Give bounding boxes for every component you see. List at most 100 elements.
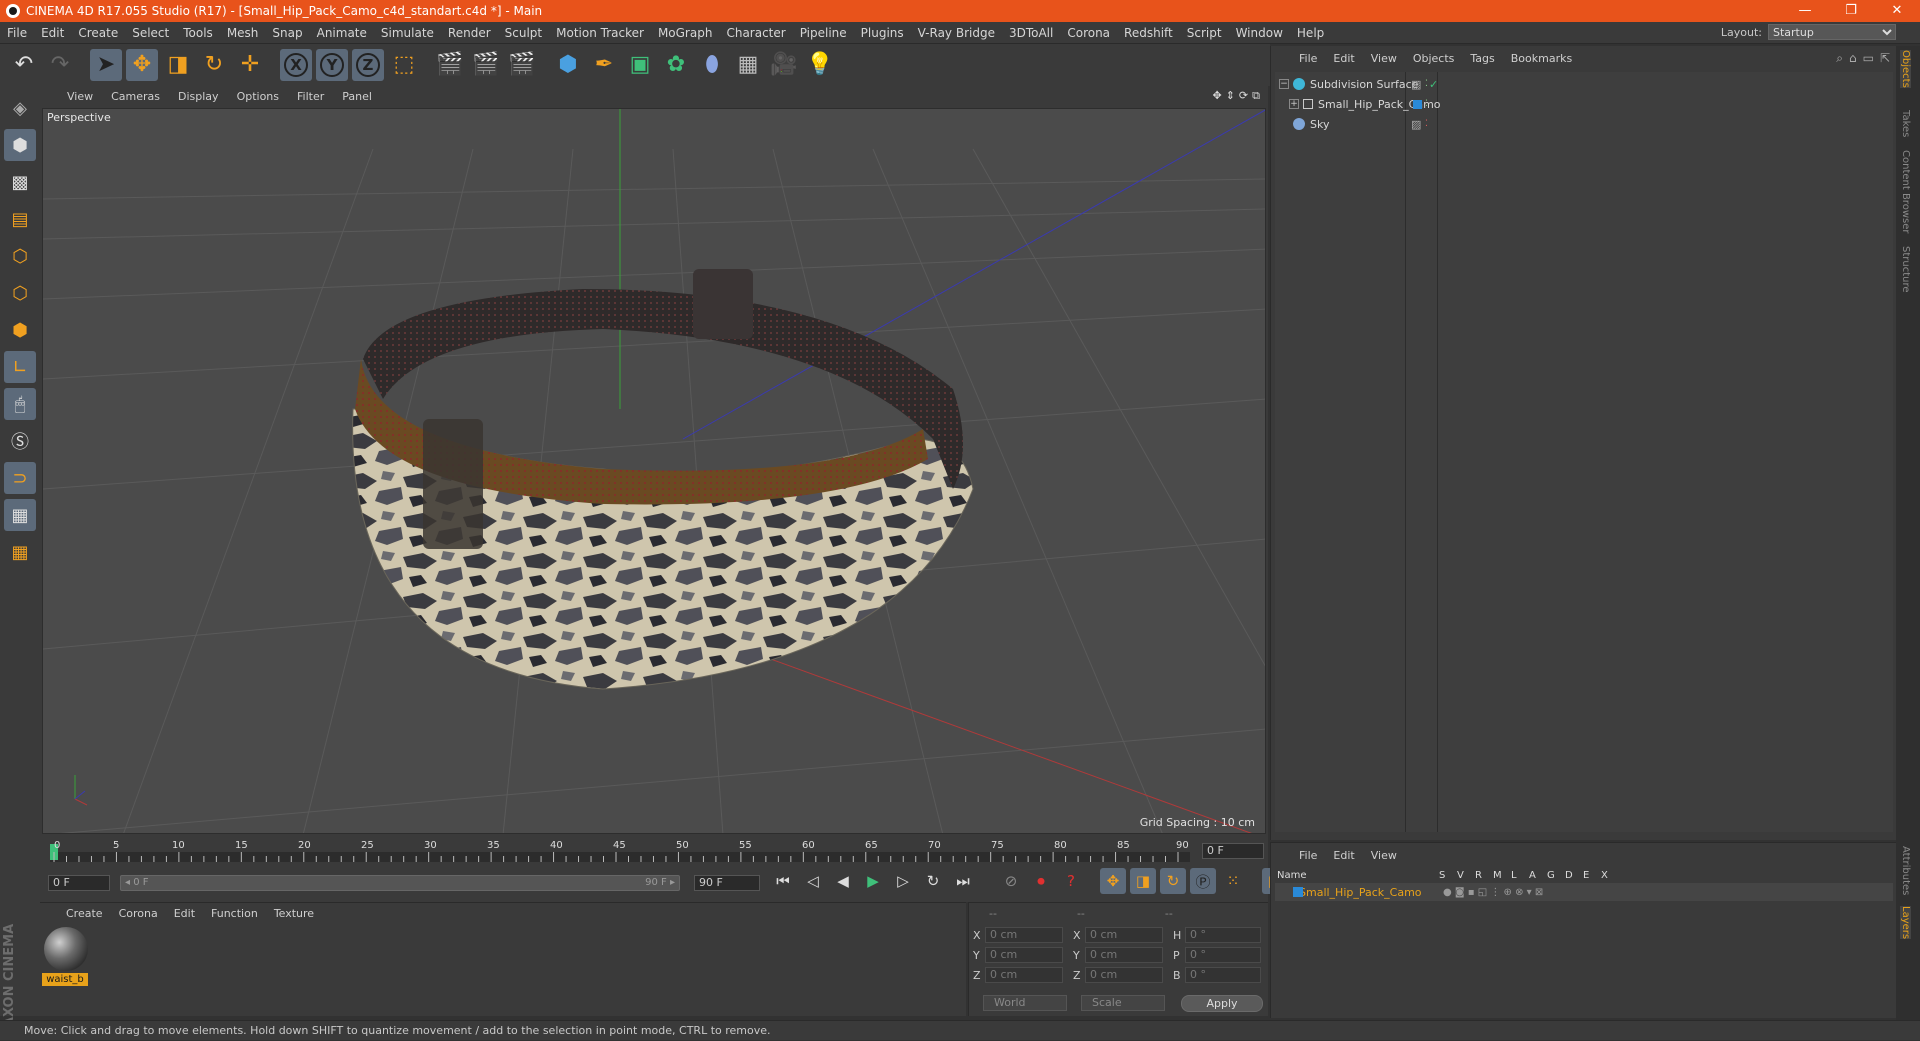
coordinate-mode-dropdown[interactable]: Scale bbox=[1081, 995, 1165, 1011]
live-selection-button[interactable]: ➤ bbox=[90, 49, 122, 81]
prev-frame-button[interactable]: ◀ bbox=[830, 868, 856, 894]
key-pla-button[interactable]: ⁙ bbox=[1220, 868, 1246, 894]
y-axis-lock-button[interactable]: Y bbox=[316, 49, 348, 81]
rot-p-field[interactable]: 0 ° bbox=[1185, 947, 1261, 963]
menu-render[interactable]: Render bbox=[441, 26, 498, 40]
minimize-button[interactable]: — bbox=[1782, 0, 1828, 22]
viewport-menu-cameras[interactable]: Cameras bbox=[102, 90, 169, 103]
material-menu-function[interactable]: Function bbox=[203, 907, 266, 920]
collapse-toggle[interactable]: − bbox=[1279, 79, 1289, 89]
keyframe-selection-button[interactable]: ? bbox=[1058, 868, 1084, 894]
size-y-field[interactable]: 0 cm bbox=[1085, 947, 1163, 963]
autokeying-button[interactable]: ⏺ bbox=[1028, 868, 1054, 894]
undo-button[interactable]: ↶ bbox=[8, 49, 40, 81]
lm-menu-edit[interactable]: Edit bbox=[1325, 849, 1362, 862]
cube-primitive-button[interactable]: ⬢ bbox=[552, 49, 584, 81]
layer-flag-icons[interactable]: ● ◙ ▪ ◱ ⋮ ⊕ ⊗ ▾ ⊠ bbox=[1443, 887, 1543, 898]
go-to-start-button[interactable]: ⏮ bbox=[770, 868, 796, 894]
x-axis-lock-button[interactable]: X bbox=[280, 49, 312, 81]
material-menu-texture[interactable]: Texture bbox=[266, 907, 322, 920]
floor-button[interactable]: ▦ bbox=[732, 49, 764, 81]
menu-motion-tracker[interactable]: Motion Tracker bbox=[549, 26, 651, 40]
next-frame-button[interactable]: ▷ bbox=[890, 868, 916, 894]
texture-mode-button[interactable]: ▩ bbox=[4, 166, 36, 198]
key-position-button[interactable]: ✥ bbox=[1100, 868, 1126, 894]
pos-x-field[interactable]: 0 cm bbox=[985, 927, 1063, 943]
menu-corona[interactable]: Corona bbox=[1060, 26, 1117, 40]
menu-snap[interactable]: Snap bbox=[265, 26, 309, 40]
menu-select[interactable]: Select bbox=[125, 26, 176, 40]
menu-animate[interactable]: Animate bbox=[310, 26, 374, 40]
record-active-objects-button[interactable]: ⊘ bbox=[998, 868, 1024, 894]
tab-content-browser[interactable]: Content Browser bbox=[1900, 150, 1911, 233]
visibility-dots-icon[interactable]: ⁚ bbox=[1425, 119, 1428, 129]
axis-mode-button[interactable]: ∟ bbox=[4, 351, 36, 383]
menu-vray-bridge[interactable]: V-Ray Bridge bbox=[911, 26, 1002, 40]
recent-tool-button[interactable]: ✛ bbox=[234, 49, 266, 81]
layer-row[interactable]: Small_Hip_Pack_Camo ● ◙ ▪ ◱ ⋮ ⊕ ⊗ ▾ ⊠ bbox=[1275, 883, 1893, 901]
search-icon[interactable]: ⌕ bbox=[1836, 51, 1843, 66]
expand-panel-icon[interactable]: ⇱ bbox=[1880, 51, 1890, 66]
layer-indicator-icon[interactable]: ▨ bbox=[1411, 118, 1421, 131]
viewport-menu-panel[interactable]: Panel bbox=[333, 90, 381, 103]
rot-b-field[interactable]: 0 ° bbox=[1185, 967, 1261, 983]
end-frame-field[interactable]: 90 F bbox=[694, 875, 760, 891]
visibility-dots-icon[interactable]: ⁚ bbox=[1425, 79, 1428, 89]
lock-workplane-button[interactable]: ▦ bbox=[4, 499, 36, 531]
menu-help[interactable]: Help bbox=[1290, 26, 1331, 40]
scale-tool-button[interactable]: ◨ bbox=[162, 49, 194, 81]
tab-attributes[interactable]: Attributes bbox=[1900, 846, 1911, 895]
rotate-tool-button[interactable]: ↻ bbox=[198, 49, 230, 81]
menu-mograph[interactable]: MoGraph bbox=[651, 26, 720, 40]
maximize-button[interactable]: ❐ bbox=[1828, 0, 1874, 22]
material-menu-edit[interactable]: Edit bbox=[166, 907, 203, 920]
object-row-sky[interactable]: Sky ▨ ⁚ bbox=[1275, 114, 1893, 134]
menu-create[interactable]: Create bbox=[71, 26, 125, 40]
om-menu-view[interactable]: View bbox=[1363, 52, 1405, 65]
menu-window[interactable]: Window bbox=[1229, 26, 1290, 40]
points-mode-button[interactable]: ⬡ bbox=[4, 240, 36, 272]
menu-edit[interactable]: Edit bbox=[34, 26, 71, 40]
rot-h-field[interactable]: 0 ° bbox=[1185, 927, 1261, 943]
magnet-button[interactable]: ⊃ bbox=[4, 462, 36, 494]
light-button[interactable]: 💡 bbox=[804, 49, 836, 81]
menu-plugins[interactable]: Plugins bbox=[854, 26, 911, 40]
viewport-menu-options[interactable]: Options bbox=[228, 90, 288, 103]
pos-y-field[interactable]: 0 cm bbox=[985, 947, 1063, 963]
move-tool-button[interactable]: ✥ bbox=[126, 49, 158, 81]
om-menu-tags[interactable]: Tags bbox=[1462, 52, 1502, 65]
prev-keyframe-button[interactable]: ◁ bbox=[800, 868, 826, 894]
layer-color-swatch[interactable] bbox=[1293, 887, 1303, 897]
viewport-menu-display[interactable]: Display bbox=[169, 90, 228, 103]
menu-file[interactable]: File bbox=[0, 26, 34, 40]
coordinate-space-dropdown[interactable]: World bbox=[983, 995, 1067, 1011]
object-row-subdivision[interactable]: − Subdivision Surface ▨ ⁚ ✓ bbox=[1275, 74, 1893, 94]
om-menu-objects[interactable]: Objects bbox=[1405, 52, 1463, 65]
make-editable-button[interactable]: ◈ bbox=[4, 92, 36, 124]
tab-objects[interactable]: Objects bbox=[1900, 50, 1911, 88]
tab-layers[interactable]: Layers bbox=[1900, 906, 1911, 939]
menu-pipeline[interactable]: Pipeline bbox=[793, 26, 854, 40]
deformer-button[interactable]: ⬮ bbox=[696, 49, 728, 81]
layer-color-swatch[interactable] bbox=[1413, 100, 1422, 109]
new-view-icon[interactable]: ▭ bbox=[1863, 51, 1874, 66]
menu-3dtoall[interactable]: 3DToAll bbox=[1002, 26, 1060, 40]
material-menu-create[interactable]: Create bbox=[58, 907, 111, 920]
render-settings-button[interactable]: 🎬 bbox=[506, 49, 538, 81]
layer-name[interactable]: Small_Hip_Pack_Camo bbox=[1299, 886, 1422, 899]
key-scale-button[interactable]: ◨ bbox=[1130, 868, 1156, 894]
visibility-dots-icon[interactable]: ⁚ bbox=[1425, 99, 1428, 109]
current-frame-field[interactable]: 0 F bbox=[1202, 843, 1264, 859]
render-picture-viewer-button[interactable]: 🎬 bbox=[470, 49, 502, 81]
mograph-cloner-button[interactable]: ✿ bbox=[660, 49, 692, 81]
material-menu-corona[interactable]: Corona bbox=[111, 907, 166, 920]
material-name-label[interactable]: waist_b bbox=[42, 973, 88, 986]
size-x-field[interactable]: 0 cm bbox=[1085, 927, 1163, 943]
pos-z-field[interactable]: 0 cm bbox=[985, 967, 1063, 983]
next-keyframe-button[interactable]: ↻ bbox=[920, 868, 946, 894]
start-frame-field[interactable]: 0 F bbox=[48, 875, 110, 891]
key-rotation-button[interactable]: ↻ bbox=[1160, 868, 1186, 894]
subdivision-button[interactable]: ▣ bbox=[624, 49, 656, 81]
expand-toggle[interactable]: + bbox=[1289, 99, 1299, 109]
size-z-field[interactable]: 0 cm bbox=[1085, 967, 1163, 983]
